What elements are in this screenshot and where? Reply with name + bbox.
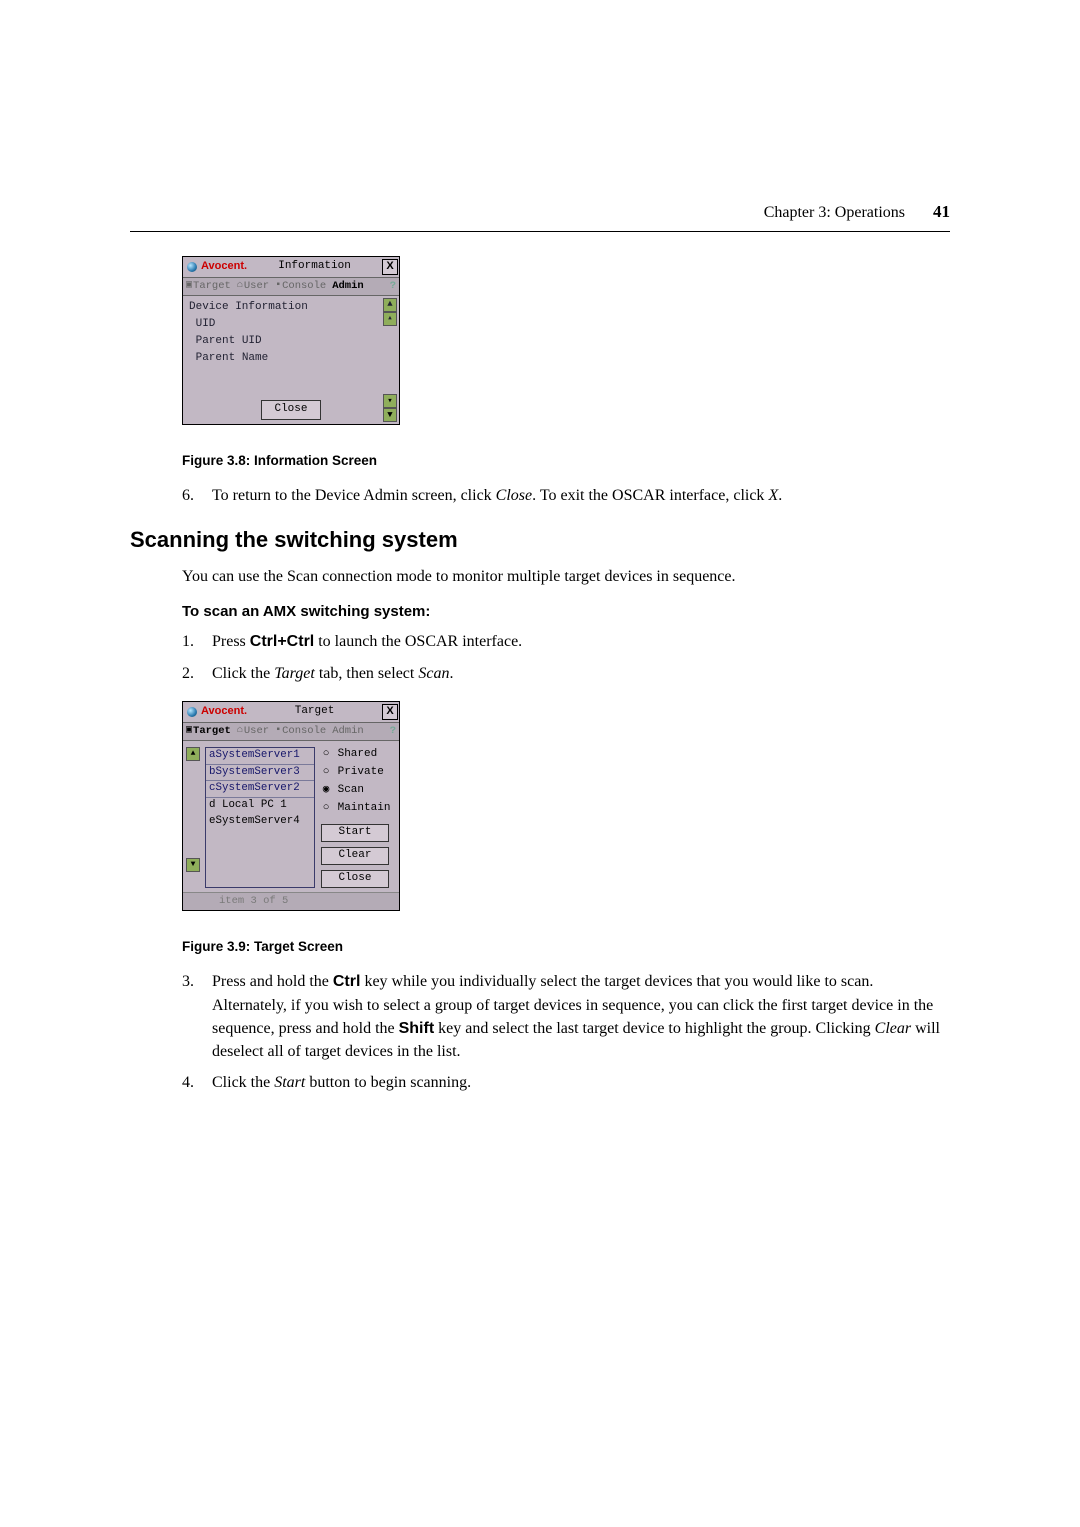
help-icon[interactable]: ? xyxy=(387,724,399,739)
list-item[interactable]: d Local PC 1 xyxy=(206,798,314,814)
target-dialog: Avocent. Target X ▣Target ⌂User ▪Console… xyxy=(182,701,400,911)
user-icon: ⌂ xyxy=(237,279,243,294)
figure-caption-1: Figure 3.8: Information Screen xyxy=(182,451,950,471)
scroll-bottom-icon[interactable]: ▼ xyxy=(383,408,397,422)
tab-row: ▣Target ⌂User ▪Console Admin ? xyxy=(183,278,399,296)
scroll-top-icon[interactable]: ▲ xyxy=(383,298,397,312)
parent-name-row: Parent Name xyxy=(189,351,393,367)
device-info-heading: Device Information xyxy=(189,300,393,316)
brand-label: Avocent xyxy=(201,259,244,275)
brand-label: Avocent xyxy=(201,704,244,720)
tab-admin[interactable]: Admin xyxy=(329,279,367,294)
avocent-logo-icon xyxy=(187,707,197,717)
tab-row: ▣Target ⌂User ▪Console Admin ? xyxy=(183,723,399,741)
console-icon: ▪ xyxy=(275,724,281,739)
tab-console[interactable]: ▪Console xyxy=(272,724,329,739)
procedure-heading: To scan an AMX switching system: xyxy=(182,601,950,623)
clear-button[interactable]: Clear xyxy=(321,847,389,865)
radio-maintain[interactable]: ○ Maintain xyxy=(321,801,390,817)
tab-user[interactable]: ⌂User xyxy=(234,279,272,294)
scroll-down-icon[interactable]: ▼ xyxy=(186,858,200,872)
console-icon: ▪ xyxy=(275,279,281,294)
step-1-text: Press Ctrl+Ctrl to launch the OSCAR inte… xyxy=(212,630,950,653)
target-icon: ▣ xyxy=(186,724,192,739)
close-icon[interactable]: X xyxy=(382,259,398,275)
step-4-text: Click the Start button to begin scanning… xyxy=(212,1071,950,1094)
radio-shared[interactable]: ○ Shared xyxy=(321,747,390,763)
scroll-up-icon[interactable]: ▲ xyxy=(186,747,200,761)
list-item[interactable]: cSystemServer2 xyxy=(206,781,314,798)
section-heading: Scanning the switching system xyxy=(130,524,950,556)
list-number: 3. xyxy=(182,970,212,1063)
scroll-down-icon[interactable]: ▾ xyxy=(383,394,397,408)
tab-target[interactable]: ▣Target xyxy=(183,724,234,739)
tab-user[interactable]: ⌂User xyxy=(234,724,272,739)
list-item[interactable]: eSystemServer4 xyxy=(206,814,314,830)
help-icon[interactable]: ? xyxy=(387,279,399,294)
chapter-label: Chapter 3: Operations xyxy=(764,201,905,224)
close-icon[interactable]: X xyxy=(382,704,398,720)
dialog-title: Information xyxy=(247,259,382,275)
tab-admin[interactable]: Admin xyxy=(329,724,367,739)
list-number: 4. xyxy=(182,1071,212,1094)
list-number: 2. xyxy=(182,662,212,685)
status-line: item 3 of 5 xyxy=(183,892,399,910)
radio-private[interactable]: ○ Private xyxy=(321,765,390,781)
list-item[interactable]: bSystemServer3 xyxy=(206,765,314,782)
avocent-logo-icon xyxy=(187,262,197,272)
start-button[interactable]: Start xyxy=(321,824,389,842)
dialog-title: Target xyxy=(247,704,382,720)
target-list[interactable]: aSystemServer1 bSystemServer3 cSystemSer… xyxy=(205,747,315,888)
radio-scan[interactable]: ◉ Scan xyxy=(321,783,390,799)
tab-console[interactable]: ▪Console xyxy=(272,279,329,294)
step-6-text: To return to the Device Admin screen, cl… xyxy=(212,484,950,507)
page-header: Chapter 3: Operations 41 xyxy=(130,200,950,232)
tab-target[interactable]: ▣Target xyxy=(183,279,234,294)
list-number: 6. xyxy=(182,484,212,507)
list-number: 1. xyxy=(182,630,212,653)
uid-row: UID xyxy=(189,317,393,333)
target-icon: ▣ xyxy=(186,279,192,294)
information-dialog: Avocent. Information X ▣Target ⌂User ▪Co… xyxy=(182,256,400,425)
step-3-text: Press and hold the Ctrl key while you in… xyxy=(212,970,950,1063)
step-2-text: Click the Target tab, then select Scan. xyxy=(212,662,950,685)
intro-paragraph: You can use the Scan connection mode to … xyxy=(182,565,950,588)
user-icon: ⌂ xyxy=(237,724,243,739)
scroll-up-icon[interactable]: ▴ xyxy=(383,312,397,326)
close-button[interactable]: Close xyxy=(321,870,389,888)
list-item[interactable]: aSystemServer1 xyxy=(206,748,314,765)
figure-caption-2: Figure 3.9: Target Screen xyxy=(182,937,950,957)
close-button[interactable]: Close xyxy=(261,400,320,420)
parent-uid-row: Parent UID xyxy=(189,334,393,350)
page-number: 41 xyxy=(933,200,950,225)
